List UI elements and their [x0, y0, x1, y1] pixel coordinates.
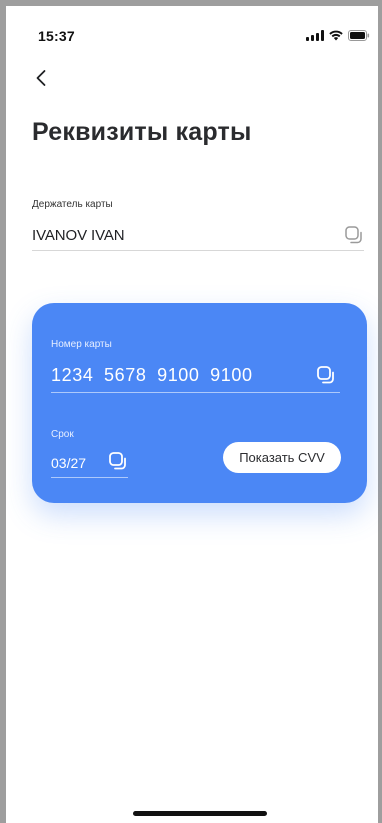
copy-icon — [109, 452, 126, 470]
back-button[interactable] — [30, 66, 54, 90]
page-title: Реквизиты карты — [32, 118, 252, 146]
card-number-value: 1234 5678 9100 9100 — [51, 365, 253, 385]
status-time: 15:37 — [38, 28, 75, 44]
card-holder-value: IVANOV IVAN — [32, 227, 125, 244]
expiry-value: 03/27 — [51, 455, 87, 471]
status-icons — [306, 30, 370, 41]
copy-card-number-button[interactable] — [316, 365, 336, 385]
expiry-divider — [51, 477, 128, 478]
card-holder-field: Держатель карты IVANOV IVAN — [32, 199, 364, 251]
expiry-label: Срок — [51, 429, 74, 440]
bank-card: Номер карты 1234 5678 9100 9100 Срок 03/… — [32, 303, 367, 503]
copy-icon — [345, 226, 362, 244]
copy-expiry-button[interactable] — [108, 451, 128, 471]
show-cvv-button[interactable]: Показать CVV — [223, 442, 341, 473]
wifi-icon — [329, 30, 343, 41]
home-indicator — [133, 811, 267, 816]
card-holder-label: Держатель карты — [32, 199, 113, 210]
copy-holder-button[interactable] — [344, 225, 364, 245]
status-bar: 15:37 — [38, 28, 370, 46]
card-number-divider — [51, 392, 340, 393]
signal-bars-icon — [306, 30, 324, 41]
battery-icon — [348, 30, 370, 41]
holder-divider — [32, 250, 364, 251]
copy-icon — [317, 366, 334, 384]
chevron-left-icon — [36, 70, 46, 86]
card-number-label: Номер карты — [51, 339, 112, 350]
